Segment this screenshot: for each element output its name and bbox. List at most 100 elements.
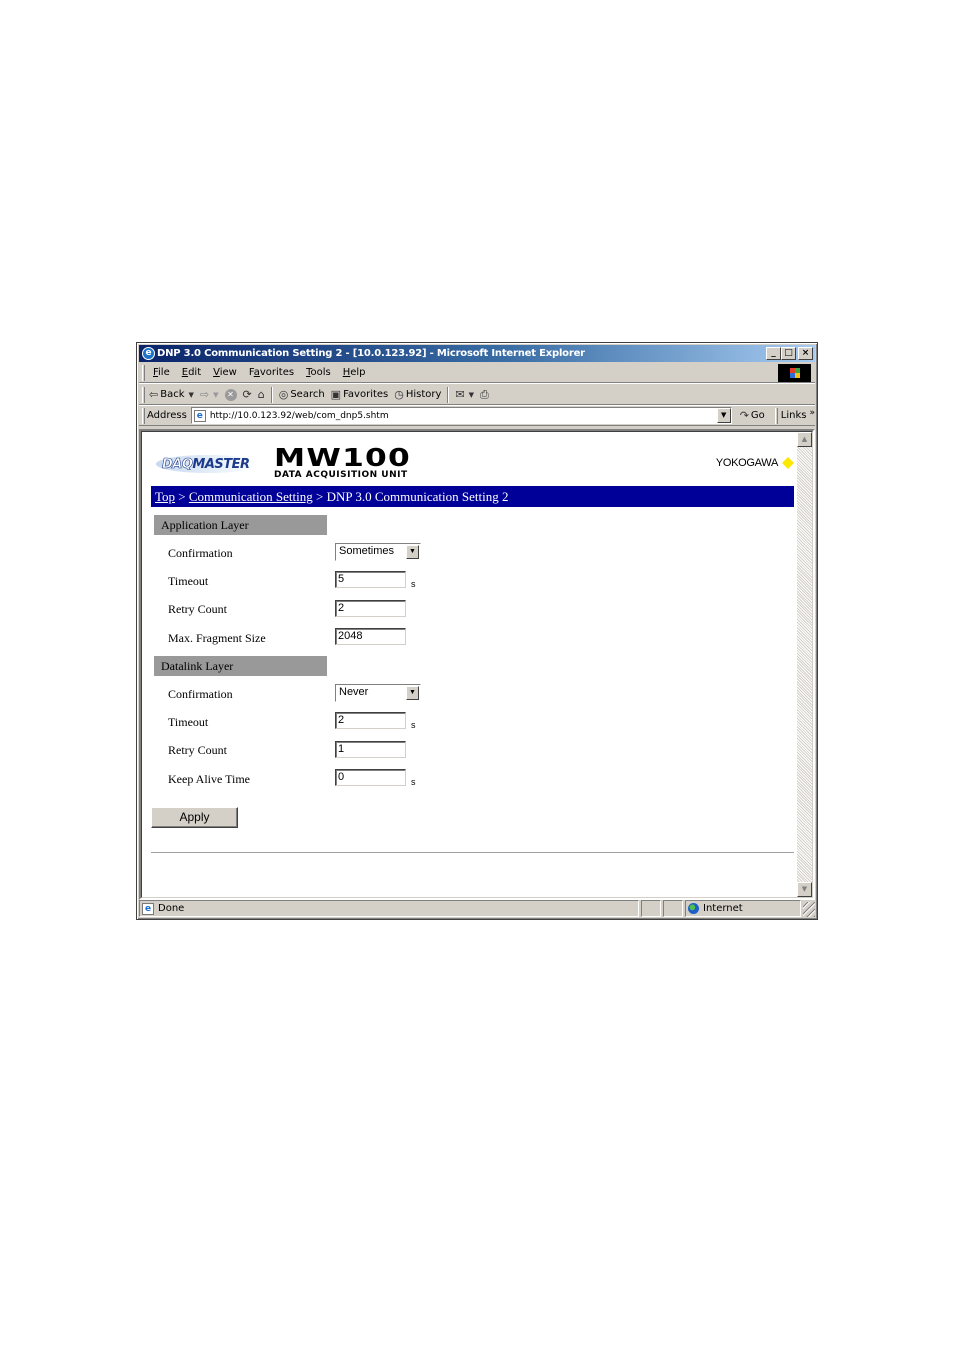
chevron-down-icon[interactable]: ▼ <box>406 545 419 559</box>
home-button[interactable]: ⌂ <box>257 387 265 401</box>
links-separator <box>774 407 778 424</box>
history-button[interactable]: ◷ History <box>394 387 441 401</box>
chevron-down-icon[interactable]: ▼ <box>406 686 419 700</box>
dl-keep-alive-time-input[interactable]: 0 <box>335 769 406 786</box>
favorites-button[interactable]: ▣ Favorites <box>330 387 389 401</box>
links-button[interactable]: Links <box>781 410 807 421</box>
menu-favorites[interactable]: Favorites <box>243 364 300 382</box>
daqmaster-logo: DAQMASTER <box>156 449 260 477</box>
go-arrow-icon: ↷ <box>739 408 749 422</box>
dl-timeout-unit: s <box>411 720 416 730</box>
windows-flag-icon <box>789 368 800 378</box>
resize-grip-icon[interactable] <box>803 902 815 917</box>
mw100-logo: MW100 DATA ACQUISITION UNIT <box>274 443 412 481</box>
dl-confirmation-label: Confirmation <box>168 687 233 701</box>
browser-window: e DNP 3.0 Communication Setting 2 - [10.… <box>136 342 818 920</box>
address-label: Address <box>147 410 187 421</box>
dl-timeout-label: Timeout <box>168 715 209 729</box>
forward-button[interactable]: ⇨ ▼ <box>199 387 219 401</box>
app-retry-count-input[interactable]: 2 <box>335 600 406 617</box>
menu-edit[interactable]: Edit <box>176 364 207 382</box>
scroll-down-button[interactable]: ▼ <box>797 882 812 897</box>
zone-text: Internet <box>703 903 743 914</box>
status-bar: e Done Internet <box>139 900 815 917</box>
page-viewport: DAQMASTER MW100 DATA ACQUISITION UNIT YO… <box>139 429 815 900</box>
window-title: DNP 3.0 Communication Setting 2 - [10.0.… <box>157 348 585 359</box>
print-button[interactable]: ⎙ <box>480 387 489 401</box>
app-confirmation-label: Confirmation <box>168 546 233 560</box>
maximize-button[interactable]: □ <box>781 347 796 360</box>
vertical-scrollbar[interactable]: ▲ ▼ <box>797 432 812 897</box>
favorites-icon: ▣ <box>330 387 342 401</box>
menu-view[interactable]: View <box>207 364 243 382</box>
section-datalink-layer: Datalink Layer <box>154 656 327 676</box>
address-input[interactable]: e http://10.0.123.92/web/com_dnp5.shtm ▼ <box>190 407 732 424</box>
app-max-fragment-size-label: Max. Fragment Size <box>168 631 266 645</box>
home-icon: ⌂ <box>257 387 265 401</box>
dl-keep-alive-time-label: Keep Alive Time <box>168 772 251 786</box>
print-icon: ⎙ <box>480 387 489 401</box>
breadcrumb-link-top[interactable]: Top <box>155 489 175 504</box>
chevron-right-icon[interactable]: » <box>810 408 816 418</box>
back-button[interactable]: ⇦ Back ▼ <box>149 387 194 401</box>
page-done-icon: e <box>142 902 154 915</box>
search-button[interactable]: ◎ Search <box>278 387 325 401</box>
toolbar-separator <box>447 386 450 403</box>
model-name: MW100 <box>274 443 412 472</box>
search-icon: ◎ <box>278 387 289 401</box>
app-retry-count-label: Retry Count <box>168 602 227 616</box>
address-bar: Address e http://10.0.123.92/web/com_dnp… <box>139 406 815 426</box>
ie-icon: e <box>142 347 155 360</box>
mail-icon: ✉ <box>455 387 465 401</box>
horizontal-rule <box>151 852 794 853</box>
scroll-up-button[interactable]: ▲ <box>797 432 812 447</box>
toolbar-grip[interactable] <box>142 387 145 403</box>
stop-icon: ✕ <box>224 388 237 401</box>
forward-arrow-icon: ⇨ <box>199 387 210 401</box>
dl-keep-alive-time-unit: s <box>411 777 416 787</box>
go-button[interactable]: ↷ Go <box>739 408 765 422</box>
back-arrow-icon: ⇦ <box>149 387 159 401</box>
dl-confirmation-select[interactable]: Never ▼ <box>335 684 421 702</box>
history-icon: ◷ <box>394 387 404 401</box>
refresh-icon: ⟳ <box>242 387 252 401</box>
apply-button[interactable]: Apply <box>151 807 238 828</box>
refresh-button[interactable]: ⟳ <box>242 387 252 401</box>
standard-toolbar: ⇦ Back ▼ ⇨ ▼ ✕ ⟳ ⌂ ◎ Search ▣ Favorites … <box>139 385 815 405</box>
security-zone-pane[interactable]: Internet <box>685 900 801 917</box>
page-icon: e <box>193 409 206 422</box>
mail-button[interactable]: ✉ ▼ <box>455 387 474 401</box>
menubar-grip[interactable] <box>142 365 145 381</box>
address-dropdown-button[interactable]: ▼ <box>716 408 731 423</box>
address-url[interactable]: http://10.0.123.92/web/com_dnp5.shtm <box>210 411 389 421</box>
menu-bar: File Edit View Favorites Tools Help <box>139 363 815 383</box>
app-timeout-input[interactable]: 5 <box>335 571 406 588</box>
app-max-fragment-size-input[interactable]: 2048 <box>335 628 406 645</box>
forward-dropdown-icon[interactable]: ▼ <box>213 391 218 399</box>
dl-retry-count-input[interactable]: 1 <box>335 741 406 758</box>
title-bar: e DNP 3.0 Communication Setting 2 - [10.… <box>139 345 815 362</box>
app-timeout-label: Timeout <box>168 574 209 588</box>
close-button[interactable]: × <box>798 347 813 360</box>
dl-timeout-input[interactable]: 2 <box>335 712 406 729</box>
breadcrumb-link-communication-setting[interactable]: Communication Setting <box>189 489 313 504</box>
stop-button[interactable]: ✕ <box>224 388 237 401</box>
status-text-pane: e Done <box>139 900 639 917</box>
addressbar-grip[interactable] <box>142 408 145 424</box>
globe-icon <box>688 903 699 914</box>
window-controls: _ □ × <box>766 347 813 360</box>
vendor-name: YOKOGAWA <box>715 457 778 469</box>
mail-dropdown-icon[interactable]: ▼ <box>469 391 474 399</box>
section-application-layer: Application Layer <box>154 515 327 535</box>
menu-tools[interactable]: Tools <box>300 364 337 382</box>
yokogawa-diamond-icon <box>781 456 795 470</box>
dl-retry-count-label: Retry Count <box>168 743 227 757</box>
app-confirmation-select[interactable]: Sometimes ▼ <box>335 543 421 561</box>
windows-logo-throbber <box>778 364 811 382</box>
menu-file[interactable]: File <box>147 364 176 382</box>
menu-help[interactable]: Help <box>337 364 372 382</box>
yokogawa-logo: YOKOGAWA <box>715 456 795 470</box>
minimize-button[interactable]: _ <box>766 347 781 360</box>
status-text: Done <box>158 903 185 914</box>
back-dropdown-icon[interactable]: ▼ <box>189 391 194 399</box>
